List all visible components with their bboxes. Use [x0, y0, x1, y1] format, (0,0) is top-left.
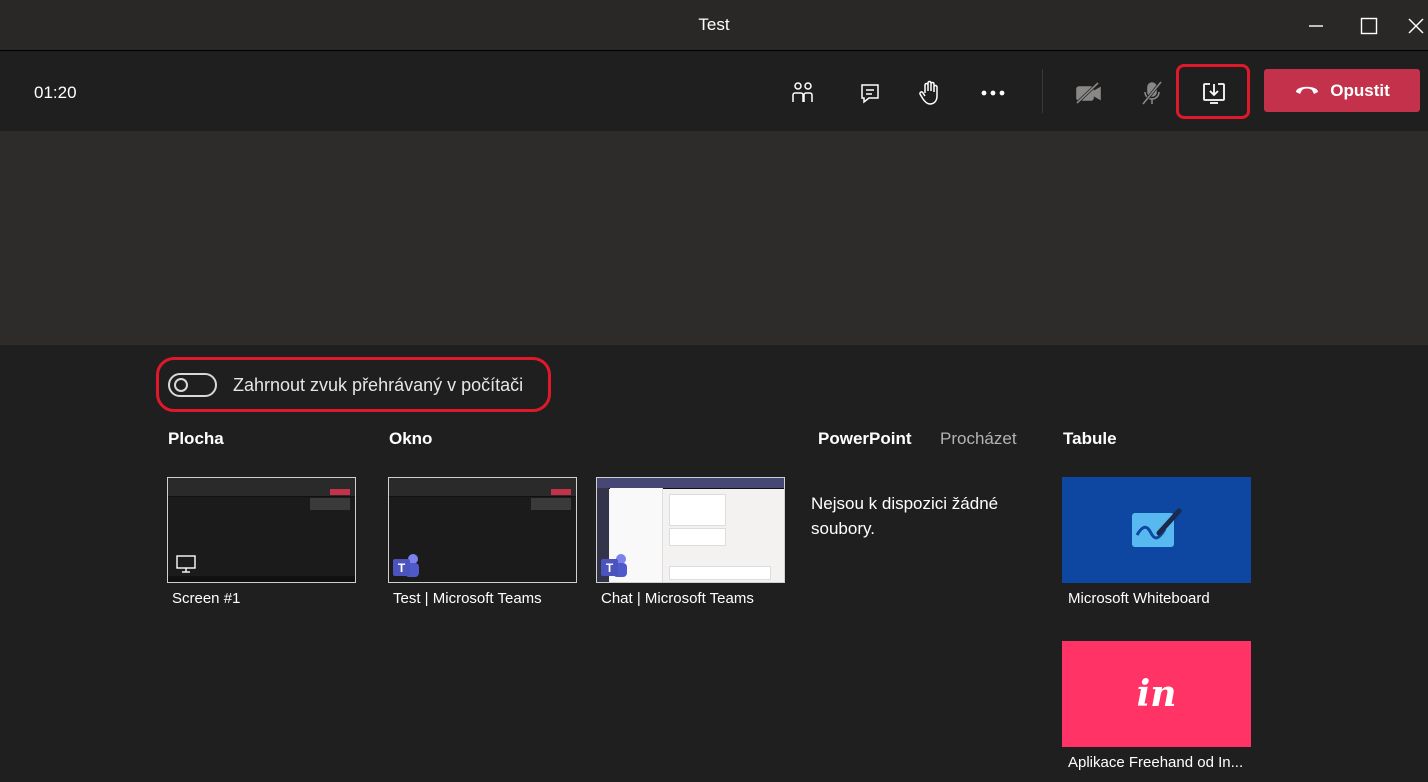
whiteboard-logo-icon [1129, 503, 1185, 558]
teams-logo-icon: T [599, 550, 629, 580]
browse-link[interactable]: Procházet [940, 429, 1017, 449]
share-tray-icon[interactable] [1196, 75, 1232, 111]
window-title: Test [698, 15, 730, 34]
mic-off-icon[interactable] [1134, 75, 1170, 111]
toolbar-separator [1042, 69, 1043, 113]
maximize-icon[interactable] [1351, 8, 1387, 44]
section-window: Okno [389, 429, 433, 448]
section-desktop: Plocha [168, 429, 224, 448]
meeting-stage [0, 131, 1428, 345]
section-whiteboard: Tabule [1063, 429, 1117, 448]
freehand-label: Aplikace Freehand od In... [1068, 754, 1244, 771]
call-toolbar: 01:20 Opustit [0, 51, 1428, 131]
teams-logo-icon: T [391, 550, 421, 580]
svg-text:T: T [398, 561, 406, 575]
call-timer: 01:20 [34, 83, 77, 102]
freehand-logo: in [1136, 673, 1177, 715]
hang-up-icon [1294, 81, 1320, 101]
minimize-icon[interactable] [1298, 8, 1334, 44]
leave-button-label: Opustit [1330, 80, 1390, 100]
powerpoint-empty-message: Nejsou k dispozici žádné soubory. [811, 494, 999, 538]
screen-thumbnail[interactable] [167, 477, 356, 583]
more-options-icon[interactable] [975, 75, 1011, 111]
participants-icon[interactable] [785, 75, 821, 111]
svg-text:T: T [606, 561, 614, 575]
window-thumbnail-chat[interactable]: T [596, 477, 785, 583]
include-audio-label: Zahrnout zvuk přehrávaný v počítači [233, 375, 524, 395]
monitor-icon [176, 554, 196, 574]
camera-off-icon[interactable] [1071, 75, 1107, 111]
freehand-tile[interactable]: in [1062, 641, 1251, 747]
window-thumbnail-label: Chat | Microsoft Teams [601, 590, 754, 607]
window-thumbnail-test[interactable]: T [388, 477, 577, 583]
window-title-bar: Test [0, 0, 1428, 51]
screen-thumbnail-label: Screen #1 [172, 590, 241, 607]
close-icon[interactable] [1404, 8, 1428, 44]
leave-button[interactable]: Opustit [1264, 69, 1420, 112]
toggle-knob [174, 378, 188, 392]
whiteboard-tile[interactable] [1062, 477, 1251, 583]
section-powerpoint: PowerPoint [818, 429, 912, 448]
window-thumbnail-label: Test | Microsoft Teams [393, 590, 542, 607]
include-audio-toggle[interactable] [168, 373, 217, 397]
whiteboard-label: Microsoft Whiteboard [1068, 590, 1210, 607]
raise-hand-icon[interactable] [912, 75, 948, 111]
chat-icon[interactable] [852, 75, 888, 111]
